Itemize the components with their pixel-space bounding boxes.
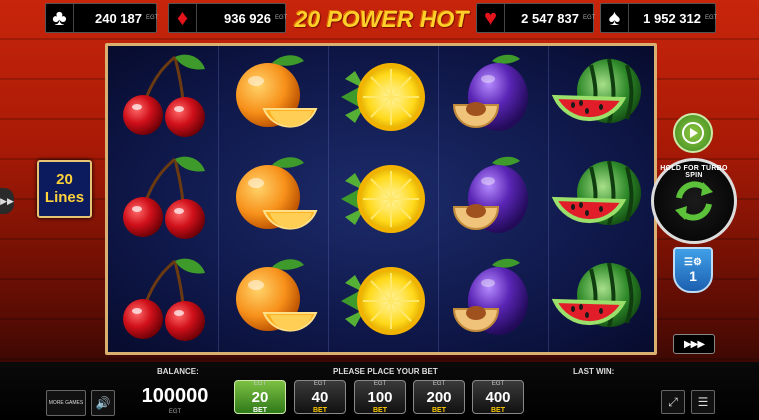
fullscreen-icon: ⤢	[668, 394, 678, 409]
reel-cell	[436, 148, 545, 250]
bet-brand: EGT	[253, 380, 267, 387]
spades-icon: ♠	[601, 4, 629, 32]
bet-brand: EGT	[313, 380, 327, 387]
bet-button[interactable]: EGT 100 BET	[354, 380, 406, 414]
bet-button[interactable]: EGT 20 BET	[234, 380, 286, 414]
jackpot-hearts: ♥ 2 547 837 EGT	[476, 3, 596, 33]
watermelon-icon	[553, 261, 644, 329]
clubs-icon: ♣	[46, 4, 74, 32]
jackpot-brand: EGT	[583, 14, 596, 21]
cherry-icon	[121, 53, 207, 139]
bet-value: 200	[426, 388, 452, 406]
balance-brand: EGT	[168, 409, 182, 415]
bet-label: BET	[432, 406, 446, 414]
orange-icon	[234, 54, 317, 128]
orange-icon	[234, 156, 317, 230]
bet-label: BET	[491, 406, 505, 414]
reel-cell	[326, 250, 435, 352]
play-icon	[682, 122, 704, 144]
cherry-icon	[121, 155, 207, 241]
turbo-settings-button[interactable]: ☰⚙ 1	[673, 247, 713, 293]
bet-label: BET	[373, 406, 387, 414]
orange-icon	[234, 258, 317, 332]
bet-value: 400	[485, 388, 511, 406]
diamonds-icon: ♦	[169, 4, 197, 32]
jackpot-diamonds: ♦ 936 926 EGT	[168, 3, 288, 33]
jackpot-spades: ♠ 1 952 312 EGT	[600, 3, 718, 33]
reel-cell	[545, 46, 654, 148]
jackpot-amount: 1 952 312	[643, 10, 701, 26]
reel-cell	[545, 148, 654, 250]
lines-indicator: 20 Lines	[37, 160, 92, 218]
jackpot-brand: EGT	[705, 14, 718, 21]
bet-prompt: PLEASE PLACE YOUR BET	[333, 367, 438, 376]
menu-icon: ☰	[697, 395, 709, 409]
bet-brand: EGT	[432, 380, 446, 387]
reel-cell	[108, 250, 217, 352]
last-win-label: LAST WIN:	[573, 367, 615, 376]
hearts-icon: ♥	[477, 4, 505, 32]
bet-brand: EGT	[491, 380, 505, 387]
fullscreen-button[interactable]: ⤢	[661, 390, 685, 414]
bet-value: 40	[311, 388, 329, 406]
bet-label: BET	[253, 406, 267, 414]
bet-button[interactable]: EGT 200 BET	[413, 380, 465, 414]
refresh-arrows-icon	[675, 181, 713, 221]
speaker-icon: 🔊	[95, 396, 111, 410]
reel-cell	[326, 148, 435, 250]
lines-count: 20	[56, 171, 73, 188]
game-title: 20 POWER HOT	[294, 6, 469, 32]
lines-label: Lines	[44, 189, 85, 206]
reel-grid	[105, 43, 657, 355]
jackpot-amount: 936 926	[224, 10, 271, 26]
reel-cell	[217, 46, 326, 148]
turbo-value: 1	[689, 267, 697, 284]
reel-cell	[436, 46, 545, 148]
balance-label: BALANCE:	[157, 367, 199, 376]
spin-button[interactable]: HOLD FOR TURBO SPIN	[651, 158, 737, 244]
reel-cell	[108, 46, 217, 148]
plum-icon	[453, 53, 530, 132]
watermelon-icon	[553, 57, 644, 125]
lemon-icon	[339, 266, 426, 336]
spin-caption: HOLD FOR TURBO SPIN	[660, 165, 728, 179]
reel-cell	[545, 250, 654, 352]
bet-label: BET	[313, 406, 327, 414]
bet-button[interactable]: EGT 400 BET	[472, 380, 524, 414]
side-panel-toggle[interactable]: ▶▶	[0, 188, 14, 214]
reel-cell	[108, 148, 217, 250]
fast-forward-button[interactable]: ▶▶▶	[673, 334, 715, 354]
jackpot-brand: EGT	[275, 14, 288, 21]
jackpot-brand: EGT	[146, 14, 159, 21]
watermelon-icon	[553, 159, 644, 227]
jackpot-amount: 2 547 837	[521, 10, 579, 26]
plum-icon	[453, 155, 530, 234]
reel-cell	[436, 250, 545, 352]
bet-brand: EGT	[373, 380, 387, 387]
reel-cell	[217, 148, 326, 250]
menu-button[interactable]: ☰	[691, 390, 715, 414]
plum-icon	[453, 257, 530, 336]
sound-button[interactable]: 🔊	[91, 390, 115, 416]
bet-value: 100	[367, 388, 393, 406]
bet-button[interactable]: EGT 40 BET	[294, 380, 346, 414]
jackpot-clubs: ♣ 240 187 EGT	[45, 3, 159, 33]
reel-cell	[217, 250, 326, 352]
cherry-icon	[121, 257, 207, 343]
jackpot-amount: 240 187	[95, 10, 142, 26]
settings-list-icon: ☰⚙	[684, 256, 702, 268]
reel-cell	[326, 46, 435, 148]
autoplay-button[interactable]	[673, 113, 713, 153]
more-games-label: MORE GAMES	[48, 400, 84, 406]
more-games-button[interactable]: MORE GAMES	[46, 390, 86, 416]
lemon-icon	[339, 62, 426, 132]
bet-value: 20	[251, 388, 269, 406]
lemon-icon	[339, 164, 426, 234]
balance-value: 100000	[141, 385, 209, 407]
